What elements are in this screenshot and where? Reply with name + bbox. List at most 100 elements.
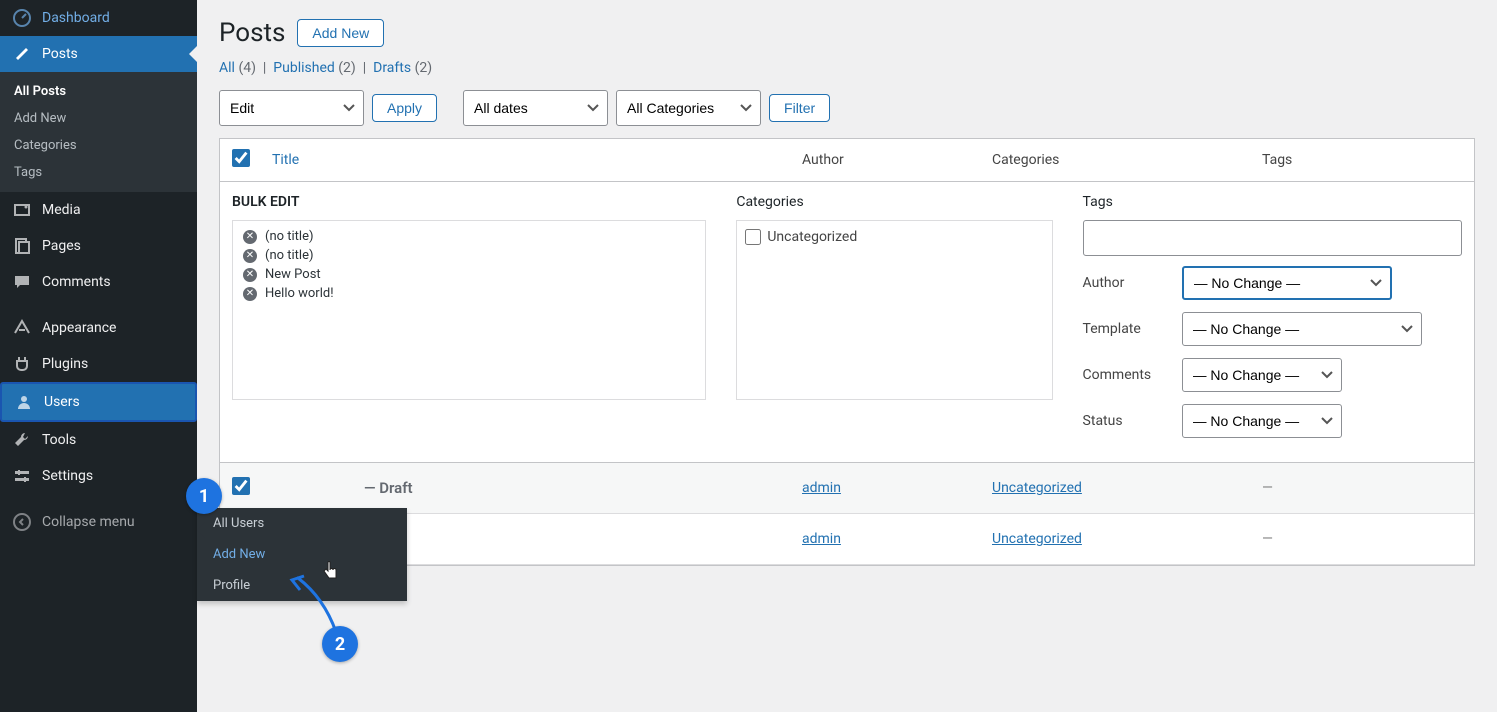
sidebar-label: Tools (42, 432, 76, 448)
filter-button[interactable]: Filter (769, 94, 830, 122)
sidebar-media[interactable]: Media (0, 192, 197, 228)
sidebar-pages[interactable]: Pages (0, 228, 197, 264)
dashboard-icon (12, 8, 32, 28)
bulk-edit-heading: BULK EDIT (232, 194, 706, 210)
sidebar-label: Pages (42, 238, 81, 254)
status-select[interactable]: — No Change — (1182, 404, 1342, 438)
sidebar-label: Settings (42, 468, 93, 484)
submenu-categories[interactable]: Categories (0, 132, 197, 159)
table-header: Title Author Categories Tags (220, 139, 1474, 182)
sidebar-label: Appearance (42, 320, 116, 336)
row-author-link[interactable]: admin (802, 480, 841, 496)
bulk-post-item: ✕New Post (239, 265, 699, 284)
sidebar-collapse[interactable]: Collapse menu (0, 504, 197, 540)
sidebar-label: Posts (42, 46, 78, 62)
date-filter-select[interactable]: All dates (463, 90, 608, 126)
sidebar-label: Collapse menu (42, 514, 135, 530)
sidebar-appearance[interactable]: Appearance (0, 310, 197, 346)
media-icon (12, 200, 32, 220)
filter-drafts[interactable]: Drafts (373, 60, 411, 76)
row-tags: — (1262, 480, 1273, 496)
sidebar-label: Plugins (42, 356, 88, 372)
select-all-checkbox[interactable] (232, 149, 250, 167)
template-select[interactable]: — No Change — (1182, 312, 1422, 346)
column-author: Author (802, 152, 992, 168)
appearance-icon (12, 318, 32, 338)
bulk-categories-listbox[interactable]: Uncategorized (736, 220, 1052, 400)
row-checkbox[interactable] (232, 477, 250, 495)
filter-published[interactable]: Published (273, 60, 334, 76)
submenu-add-new[interactable]: Add New (0, 105, 197, 132)
settings-icon (12, 466, 32, 486)
filter-all[interactable]: All (219, 60, 235, 76)
bulk-tags-heading: Tags (1083, 194, 1462, 210)
template-label: Template (1083, 321, 1168, 337)
sidebar-label: Media (42, 202, 81, 218)
admin-sidebar: Dashboard Posts All Posts Add New Catego… (0, 0, 197, 712)
table-row: (no t — Draft admin Uncategorized — (220, 514, 1474, 565)
comments-select[interactable]: — No Change — (1182, 358, 1342, 392)
status-filter-links: All (4) | Published (2) | Drafts (2) (219, 60, 1475, 76)
remove-icon[interactable]: ✕ (243, 230, 257, 244)
annotation-badge-2: 2 (322, 626, 358, 662)
row-category-link[interactable]: Uncategorized (992, 480, 1082, 496)
category-checkbox[interactable] (745, 229, 761, 245)
filter-drafts-count: (2) (415, 60, 433, 76)
cursor-pointer-icon (322, 560, 340, 580)
posts-table: Title Author Categories Tags BULK EDIT ✕… (219, 138, 1475, 566)
pages-icon (12, 236, 32, 256)
remove-icon[interactable]: ✕ (243, 287, 257, 301)
add-new-button[interactable]: Add New (297, 19, 384, 47)
sidebar-settings[interactable]: Settings (0, 458, 197, 494)
pin-icon (12, 44, 32, 64)
column-tags: Tags (1262, 152, 1462, 168)
posts-submenu: All Posts Add New Categories Tags (0, 72, 197, 192)
sidebar-dashboard[interactable]: Dashboard (0, 0, 197, 36)
sidebar-posts[interactable]: Posts (0, 36, 197, 72)
row-tags: — (1262, 531, 1273, 547)
bulk-post-item: ✕Hello world! (239, 284, 699, 303)
column-categories: Categories (992, 152, 1262, 168)
submenu-all-posts[interactable]: All Posts (0, 78, 197, 105)
column-title[interactable]: Title (272, 152, 299, 168)
sidebar-users[interactable]: Users (0, 382, 197, 422)
flyout-add-new[interactable]: Add New (197, 539, 407, 570)
apply-button[interactable]: Apply (372, 94, 437, 122)
row-category-link[interactable]: Uncategorized (992, 531, 1082, 547)
status-label: Status (1083, 413, 1168, 429)
table-row: — Draft admin Uncategorized — (220, 463, 1474, 514)
plugins-icon (12, 354, 32, 374)
author-select[interactable]: — No Change — (1182, 266, 1392, 300)
bulk-action-select[interactable]: Edit (219, 90, 364, 126)
submenu-tags[interactable]: Tags (0, 159, 197, 186)
row-title-status: — Draft (364, 479, 413, 497)
row-author-link[interactable]: admin (802, 531, 841, 547)
category-filter-select[interactable]: All Categories (616, 90, 761, 126)
users-icon (14, 392, 34, 412)
bulk-edit-panel: BULK EDIT ✕(no title) ✕(no title) ✕New P… (220, 182, 1474, 463)
tags-input[interactable] (1083, 220, 1462, 256)
filter-all-count: (4) (238, 60, 256, 76)
filter-published-count: (2) (338, 60, 356, 76)
page-title: Posts (219, 18, 285, 48)
remove-icon[interactable]: ✕ (243, 268, 257, 282)
sidebar-tools[interactable]: Tools (0, 422, 197, 458)
sidebar-plugins[interactable]: Plugins (0, 346, 197, 382)
sidebar-label: Comments (42, 274, 111, 290)
remove-icon[interactable]: ✕ (243, 249, 257, 263)
author-label: Author (1083, 275, 1168, 291)
annotation-badge-1: 1 (186, 478, 222, 514)
sidebar-comments[interactable]: Comments (0, 264, 197, 300)
collapse-icon (12, 512, 32, 532)
comments-label: Comments (1083, 367, 1168, 383)
bulk-post-item: ✕(no title) (239, 227, 699, 246)
bulk-posts-listbox[interactable]: ✕(no title) ✕(no title) ✕New Post ✕Hello… (232, 220, 706, 400)
tools-icon (12, 430, 32, 450)
category-option[interactable]: Uncategorized (743, 227, 1045, 247)
sidebar-label: Dashboard (42, 10, 110, 26)
comments-icon (12, 272, 32, 292)
main-content: Posts Add New All (4) | Published (2) | … (197, 0, 1497, 712)
bulk-post-item: ✕(no title) (239, 246, 699, 265)
flyout-all-users[interactable]: All Users (197, 508, 407, 539)
sidebar-label: Users (44, 394, 80, 410)
